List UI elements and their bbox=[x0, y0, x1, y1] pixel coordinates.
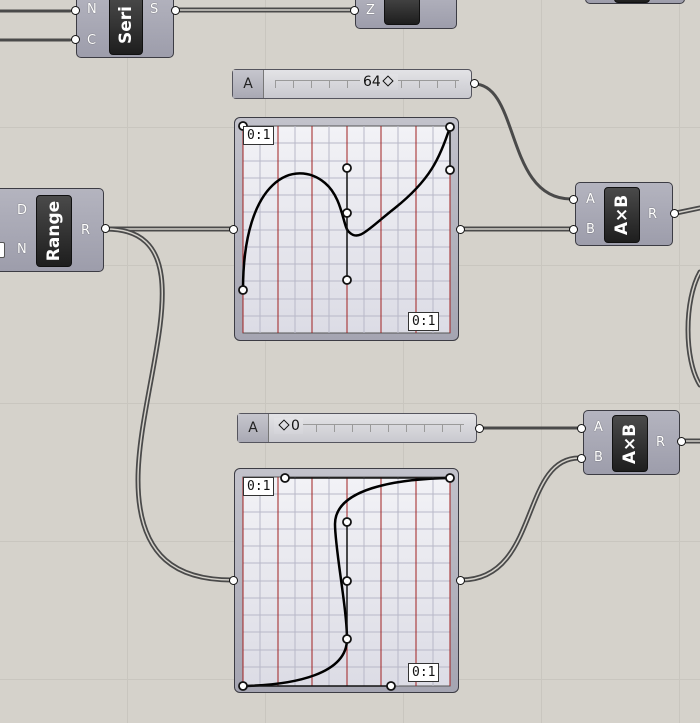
slider-bottom-value-box[interactable]: 0 bbox=[274, 418, 303, 434]
slider-bottom-value: 0 bbox=[291, 418, 300, 434]
range-title: Range bbox=[44, 200, 64, 262]
panel-input-z-grip[interactable] bbox=[350, 6, 359, 15]
range-output-r-label: R bbox=[81, 223, 91, 238]
graph-top-control-point-upper[interactable] bbox=[342, 163, 352, 173]
multiply-bottom-input-a-grip[interactable] bbox=[577, 424, 586, 433]
graph-top-canvas[interactable] bbox=[235, 118, 460, 342]
graph-top-control-point-lower[interactable] bbox=[342, 275, 352, 285]
graph-bottom-range-label[interactable]: 0:1 bbox=[408, 663, 440, 682]
panel-component[interactable]: Z bbox=[355, 0, 457, 29]
series-input-c-grip[interactable] bbox=[71, 35, 80, 44]
number-slider-top[interactable]: A 64 bbox=[232, 69, 472, 99]
multiply-bottom-title-core: A×B bbox=[612, 415, 648, 472]
series-output-s-label: S bbox=[150, 2, 159, 17]
range-component[interactable]: D N Range R bbox=[0, 188, 104, 272]
multiply-top-input-b-grip[interactable] bbox=[569, 225, 578, 234]
slider-bottom-output-grip[interactable] bbox=[475, 424, 484, 433]
multiply-bottom-input-b-label: B bbox=[594, 450, 603, 465]
wire-right-edge[interactable] bbox=[685, 269, 700, 388]
multiply-component-top[interactable]: A B A×B R bbox=[575, 182, 673, 246]
series-input-n-label: N bbox=[87, 2, 97, 17]
multiply-bottom-input-a-label: A bbox=[594, 420, 603, 435]
slider-bottom-grip-icon[interactable] bbox=[278, 419, 290, 431]
multiply-bottom-output-r-grip[interactable] bbox=[677, 437, 686, 446]
range-input-n-label: N bbox=[17, 242, 27, 257]
multiply-top-input-b-label: B bbox=[586, 222, 595, 237]
multiply-top-output-r-label: R bbox=[648, 207, 658, 222]
graph-top-input-grip[interactable] bbox=[229, 225, 238, 234]
multiply-top-input-a-label: A bbox=[586, 192, 595, 207]
slider-top-value-box[interactable]: 64 bbox=[360, 74, 398, 90]
graph-bottom-corner-grip-bl[interactable] bbox=[238, 681, 248, 691]
multiply-top-output-r-grip[interactable] bbox=[670, 209, 679, 218]
graph-mapper-bottom[interactable]: 0:1 0:1 bbox=[234, 468, 459, 693]
slider-top-output-grip[interactable] bbox=[470, 79, 479, 88]
wire-range-to-graph-bottom[interactable] bbox=[103, 226, 235, 583]
series-input-c-label: C bbox=[87, 33, 97, 48]
multiply-component-bottom[interactable]: A B A×B R bbox=[583, 410, 680, 475]
slider-top-grip-icon[interactable] bbox=[382, 75, 394, 87]
offscreen-component-top-right[interactable] bbox=[585, 0, 685, 4]
graph-bottom-input-grip[interactable] bbox=[229, 576, 238, 585]
graph-bottom-control-point-upper[interactable] bbox=[342, 517, 352, 527]
range-output-r-grip[interactable] bbox=[101, 224, 110, 233]
multiply-top-title: A×B bbox=[612, 194, 633, 236]
multiply-bottom-input-b-grip[interactable] bbox=[577, 454, 586, 463]
multiply-bottom-output-r-label: R bbox=[656, 435, 666, 450]
graph-bottom-domain-label[interactable]: 0:1 bbox=[243, 477, 275, 496]
graph-bottom-control-point-bottom-handle[interactable] bbox=[386, 681, 396, 691]
offscreen-core bbox=[614, 0, 650, 3]
graph-bottom-control-point-mid[interactable] bbox=[342, 576, 352, 586]
series-output-s-grip[interactable] bbox=[171, 6, 180, 15]
panel-input-z-label: Z bbox=[366, 3, 375, 18]
graph-top-range-label[interactable]: 0:1 bbox=[408, 312, 440, 331]
graph-top-domain-label[interactable]: 0:1 bbox=[243, 126, 275, 145]
series-title-core: Seri bbox=[109, 0, 143, 55]
series-title: Seri bbox=[116, 6, 137, 44]
series-component[interactable]: N C Seri S bbox=[76, 0, 174, 58]
panel-core bbox=[384, 0, 420, 25]
graph-bottom-control-point-top-handle[interactable] bbox=[280, 473, 290, 483]
graph-bottom-canvas[interactable] bbox=[235, 469, 460, 694]
slider-bottom-rail[interactable] bbox=[280, 424, 464, 432]
series-input-n-grip[interactable] bbox=[71, 6, 80, 15]
graph-mapper-top[interactable]: 0:1 0:1 bbox=[234, 117, 459, 341]
graph-top-output-grip[interactable] bbox=[456, 225, 465, 234]
graph-top-control-point-right[interactable] bbox=[445, 165, 455, 175]
range-input-icon bbox=[0, 242, 5, 258]
number-slider-bottom[interactable]: A 0 bbox=[237, 413, 477, 443]
graph-top-corner-grip-tr[interactable] bbox=[445, 122, 455, 132]
slider-bottom-label: A bbox=[238, 414, 269, 442]
graph-top-control-point-start[interactable] bbox=[238, 285, 248, 295]
wire-graph-bottom-to-multiply[interactable] bbox=[458, 455, 582, 583]
graph-bottom-control-point-lower[interactable] bbox=[342, 634, 352, 644]
wire-slider-top-to-multiply[interactable] bbox=[472, 82, 573, 201]
graph-bottom-output-grip[interactable] bbox=[456, 576, 465, 585]
graph-bottom-corner-grip-tr[interactable] bbox=[445, 473, 455, 483]
range-input-d-label: D bbox=[17, 203, 28, 218]
multiply-bottom-title: A×B bbox=[620, 423, 641, 464]
graph-top-control-point-mid[interactable] bbox=[342, 208, 352, 218]
multiply-top-title-core: A×B bbox=[604, 187, 640, 243]
multiply-top-input-a-grip[interactable] bbox=[569, 195, 578, 204]
range-title-core: Range bbox=[36, 195, 72, 267]
slider-top-label: A bbox=[233, 70, 264, 98]
slider-top-value: 64 bbox=[363, 74, 381, 90]
